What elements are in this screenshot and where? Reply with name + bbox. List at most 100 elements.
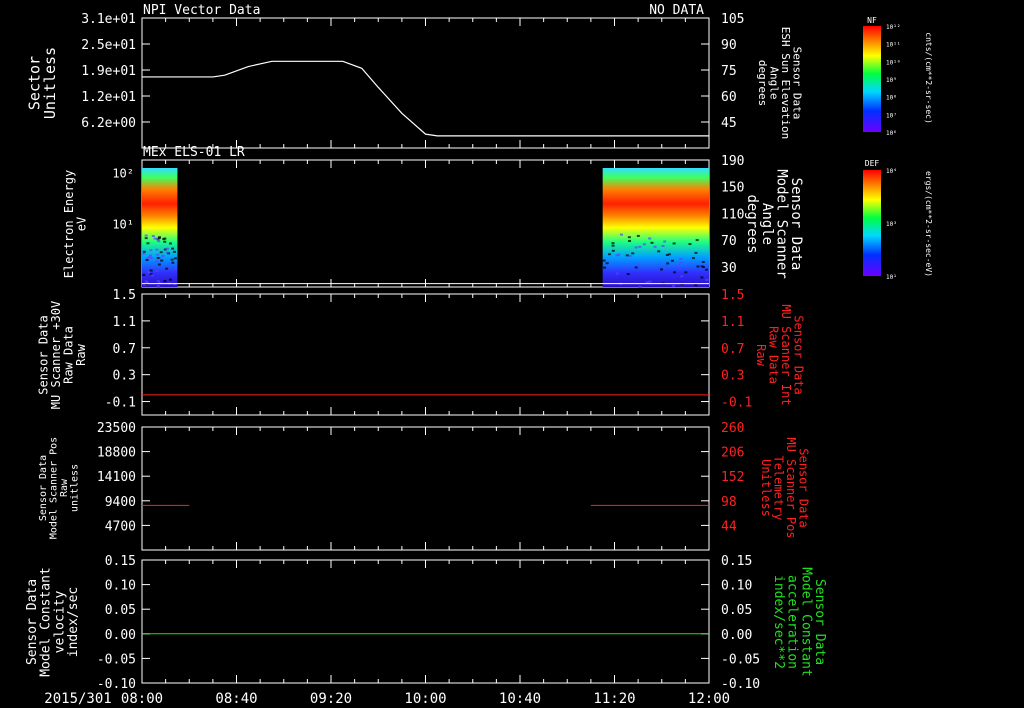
y-tick-label-right: -0.10	[721, 677, 760, 692]
y-tick-label-left: -0.10	[97, 677, 136, 692]
panel1-ylabel-left-line: Unitless	[41, 47, 59, 119]
heatmap-speckle	[173, 257, 177, 260]
heatmap-speckle	[144, 237, 148, 240]
heatmap-speckle	[142, 273, 146, 276]
time-axis-ticks: 08:00 08:40 09:20 10:00 10:40 11:20 12:00	[121, 691, 730, 707]
heatmap-speckle	[149, 269, 153, 272]
y-tick-label-right: 1.1	[721, 315, 744, 330]
heatmap-speckle	[150, 274, 154, 277]
y-tick-label-left: 1.1	[113, 315, 136, 330]
y-tick-label-left: 10¹	[112, 218, 134, 232]
panel1-frame	[141, 17, 710, 149]
y-tick-label-left: 9400	[105, 495, 136, 510]
heatmap-speckle	[157, 263, 161, 266]
panel2-ylabel-right-line: Sensor Data	[788, 178, 804, 271]
heatmap-speckle	[603, 266, 607, 269]
heatmap-speckle	[627, 236, 631, 239]
heatmap-speckle	[174, 267, 178, 270]
heatmap-speckle	[165, 247, 169, 250]
colorbar-nf: NF cnts/(cm**2-sr-sec)	[863, 16, 933, 132]
y-tick-label-left: 1.5	[113, 288, 136, 303]
y-tick-label-right: 1.5	[721, 288, 744, 303]
heatmap-block-2	[602, 168, 709, 287]
y-tick-label-left: 0.15	[105, 554, 136, 569]
heatmap-speckle	[146, 242, 150, 245]
heatmap-speckle	[163, 280, 167, 283]
y-tick-label-right: 60	[721, 90, 737, 105]
heatmap-speckle	[700, 276, 704, 279]
heatmap-speckle	[148, 254, 152, 257]
heatmap-speckle	[660, 268, 664, 271]
y-tick-label-right: 206	[721, 446, 744, 461]
colorbar-nf-tick: 10⁷	[886, 112, 897, 119]
heatmap-speckle	[155, 248, 159, 251]
heatmap-speckle	[165, 251, 169, 254]
heatmap-speckle	[611, 244, 615, 247]
heatmap-speckle	[688, 243, 692, 246]
y-tick-label-right: -0.05	[721, 652, 760, 667]
panel4-ylabel-left-line: Model Scanner Pos	[48, 437, 59, 539]
panel4-ylabel-right: Sensor DataMU Scanner PosTelemetryUnitle…	[759, 437, 811, 538]
colorbar-nf-tick: 10⁹	[886, 77, 897, 84]
heatmap-speckle	[696, 265, 700, 268]
colorbar-def-tick: 10³	[886, 221, 897, 228]
panel3-ylabel-left-line: Raw	[74, 343, 88, 365]
colorbar-def-tick: 10¹	[886, 274, 897, 281]
heatmap-speckle	[619, 233, 623, 236]
colorbar-def-bar	[863, 170, 881, 276]
colorbar-def-unit: ergs/(cm**2-sr-sec-eV)	[924, 171, 933, 277]
y-tick-label-right: 0.05	[721, 603, 752, 618]
heatmap-speckle	[667, 253, 671, 256]
heatmap-speckle	[663, 240, 667, 243]
panel2-ylabel-right-line: degrees	[744, 194, 760, 253]
panel5-ylabel-right: Sensor DataModel Constantaccelerationind…	[771, 567, 827, 677]
y-tick-label-right: 260	[721, 421, 744, 436]
heatmap-speckle	[695, 239, 699, 242]
heatmap-speckle	[700, 265, 704, 268]
heatmap-speckle	[701, 260, 705, 263]
heatmap-speckle	[149, 249, 153, 252]
heatmap-speckle	[162, 238, 166, 241]
heatmap-speckle	[673, 271, 677, 274]
heatmap-speckle	[165, 267, 169, 270]
heatmap-speckle	[156, 256, 160, 259]
y-tick-label-left: 23500	[97, 421, 136, 436]
time-tick-label: 10:40	[499, 691, 541, 707]
heatmap-speckle	[661, 244, 665, 247]
y-tick-label-right: 44	[721, 519, 737, 534]
heatmap-speckle	[163, 240, 167, 243]
heatmap-block-1	[142, 168, 178, 287]
time-tick-label: 08:00	[121, 691, 163, 707]
heatmap-speckle	[142, 252, 146, 255]
panel1-ylabel-left: SectorUnitless	[25, 47, 59, 119]
heatmap-speckle	[694, 251, 698, 254]
time-tick-label: 09:20	[310, 691, 352, 707]
panel2-ylabel-left-line: eV	[75, 217, 89, 231]
plot-panels: 3.1e+01 105 2.5e+01 90 1.9e+01 75 1.2e+01 60 6.2…	[25, 12, 827, 692]
heatmap-speckle	[653, 245, 657, 248]
heatmap-speckle	[605, 262, 609, 265]
heatmap-speckle	[156, 285, 160, 288]
y-tick-label-left: 3.1e+01	[81, 12, 136, 27]
panel2-ylabel-right-line: Model Scanner	[773, 169, 789, 279]
panel1-series-line	[142, 60, 709, 137]
y-tick-label-right: 152	[721, 470, 744, 485]
heatmap-speckle	[168, 242, 172, 245]
heatmap-speckle	[168, 278, 172, 281]
panel5-ylabel-left: Sensor DataModel Constantvelocityindex/s…	[25, 567, 81, 677]
heatmap-speckle	[608, 253, 612, 256]
y-tick-label-left: 1.2e+01	[81, 90, 136, 105]
panel1-title: NPI Vector Data	[143, 3, 260, 18]
heatmap-speckle	[670, 259, 674, 262]
heatmap-speckle	[636, 234, 640, 237]
y-tick-label-right: 0.00	[721, 628, 752, 643]
y-tick-label-left: -0.05	[97, 652, 136, 667]
heatmap-speckle	[615, 272, 619, 275]
y-tick-label-right: 30	[721, 261, 737, 276]
heatmap-speckle	[157, 236, 161, 239]
heatmap-speckle	[142, 250, 146, 253]
colorbar-nf-bar	[863, 26, 881, 132]
colorbar-nf-label: NF	[867, 16, 877, 25]
heatmap-speckle	[638, 285, 642, 288]
panel2-ylabel-right-line: Angle	[759, 203, 775, 245]
